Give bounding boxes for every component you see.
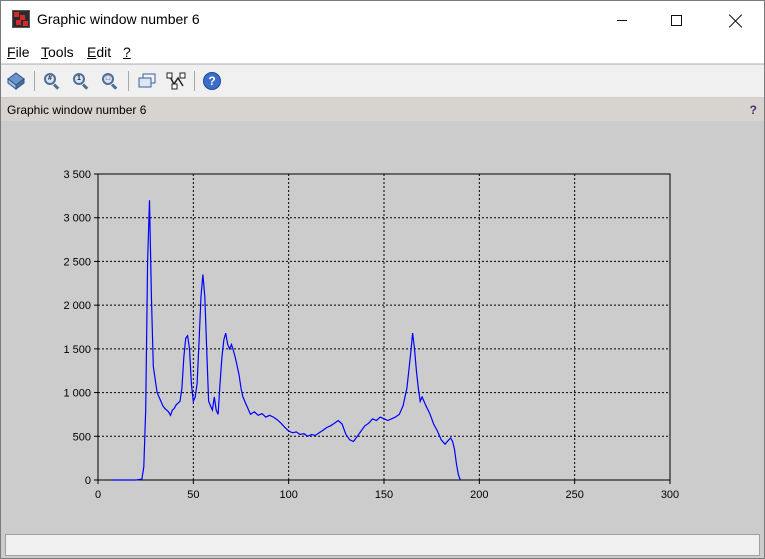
menu-edit-mnemonic: E: [87, 44, 97, 60]
rotate-button[interactable]: [5, 70, 27, 92]
x-tick-label: 250: [565, 489, 583, 501]
title-bar[interactable]: Graphic window number 6: [1, 1, 764, 40]
maximize-button[interactable]: [653, 1, 699, 40]
y-tick-label: 0: [85, 475, 91, 487]
x-tick-label: 0: [95, 489, 101, 501]
line-chart: 0 50 100 150 200 250 300 0 500 1 000 1 500 2 000 2 5…: [63, 169, 679, 501]
y-tick-label: 3 000: [63, 213, 91, 225]
x-tick-label: 300: [661, 489, 679, 501]
plot-canvas[interactable]: 0 50 100 150 200 250 300 0 500 1 000 1 500 2 000 2 5…: [1, 121, 764, 532]
menu-tools-mnemonic: T: [41, 44, 48, 60]
y-tick-label: 2 500: [63, 256, 91, 268]
zoom-out-button[interactable]: □: [99, 70, 121, 92]
help-icon: ?: [203, 72, 221, 90]
info-help-link[interactable]: ?: [750, 103, 757, 117]
scilab-app-icon: [12, 10, 30, 28]
x-tick-label: 150: [375, 489, 393, 501]
menu-help-mnemonic: ?: [123, 44, 131, 60]
zoom-out-icon: □: [102, 73, 118, 90]
menu-file-mnemonic: F: [7, 44, 16, 60]
help-button[interactable]: ?: [201, 70, 223, 92]
x-tick-label: 50: [187, 489, 199, 501]
datatip-editor-icon: [166, 72, 186, 90]
menu-edit[interactable]: Edit: [87, 44, 111, 60]
toolbar: # 1 □ ?: [1, 65, 764, 97]
datatip-icon: [138, 73, 156, 88]
x-tick-label: 200: [470, 489, 488, 501]
rotate-icon: [7, 72, 25, 90]
info-bar: Graphic window number 6 ?: [1, 98, 764, 121]
datatip-button[interactable]: [136, 70, 158, 92]
menu-tools-label: ools: [48, 44, 74, 60]
info-bar-text: Graphic window number 6: [7, 103, 147, 117]
zoom-button[interactable]: #: [41, 70, 63, 92]
zoom-grid-icon: #: [44, 73, 60, 90]
maximize-icon: [670, 15, 682, 26]
close-icon: [729, 14, 743, 28]
toolbar-separator: [34, 71, 35, 91]
menu-tools[interactable]: Tools: [41, 44, 74, 60]
y-tick-label: 2 000: [63, 300, 91, 312]
menu-edit-label: dit: [96, 44, 112, 60]
status-bar: [5, 534, 760, 556]
graphic-window: Graphic window number 6 File Tools Edit …: [0, 0, 765, 559]
menu-file-label: ile: [15, 44, 30, 60]
menu-file[interactable]: File: [7, 44, 30, 60]
toolbar-separator: [194, 71, 195, 91]
y-tick-label: 3 500: [63, 169, 91, 181]
minimize-button[interactable]: [599, 1, 645, 40]
window-title: Graphic window number 6: [37, 11, 200, 27]
zoom-original-icon: 1: [73, 73, 89, 90]
y-tick-label: 1 000: [63, 388, 91, 400]
menu-help[interactable]: ?: [123, 44, 131, 60]
x-tick-label: 100: [279, 489, 297, 501]
minimize-icon: [617, 20, 627, 21]
close-button[interactable]: [713, 1, 759, 40]
menu-bar: File Tools Edit ?: [1, 40, 764, 64]
toolbar-separator: [128, 71, 129, 91]
y-tick-label: 500: [73, 431, 91, 443]
datatip-editor-button[interactable]: [165, 70, 187, 92]
zoom-original-button[interactable]: 1: [70, 70, 92, 92]
y-tick-label: 1 500: [63, 344, 91, 356]
